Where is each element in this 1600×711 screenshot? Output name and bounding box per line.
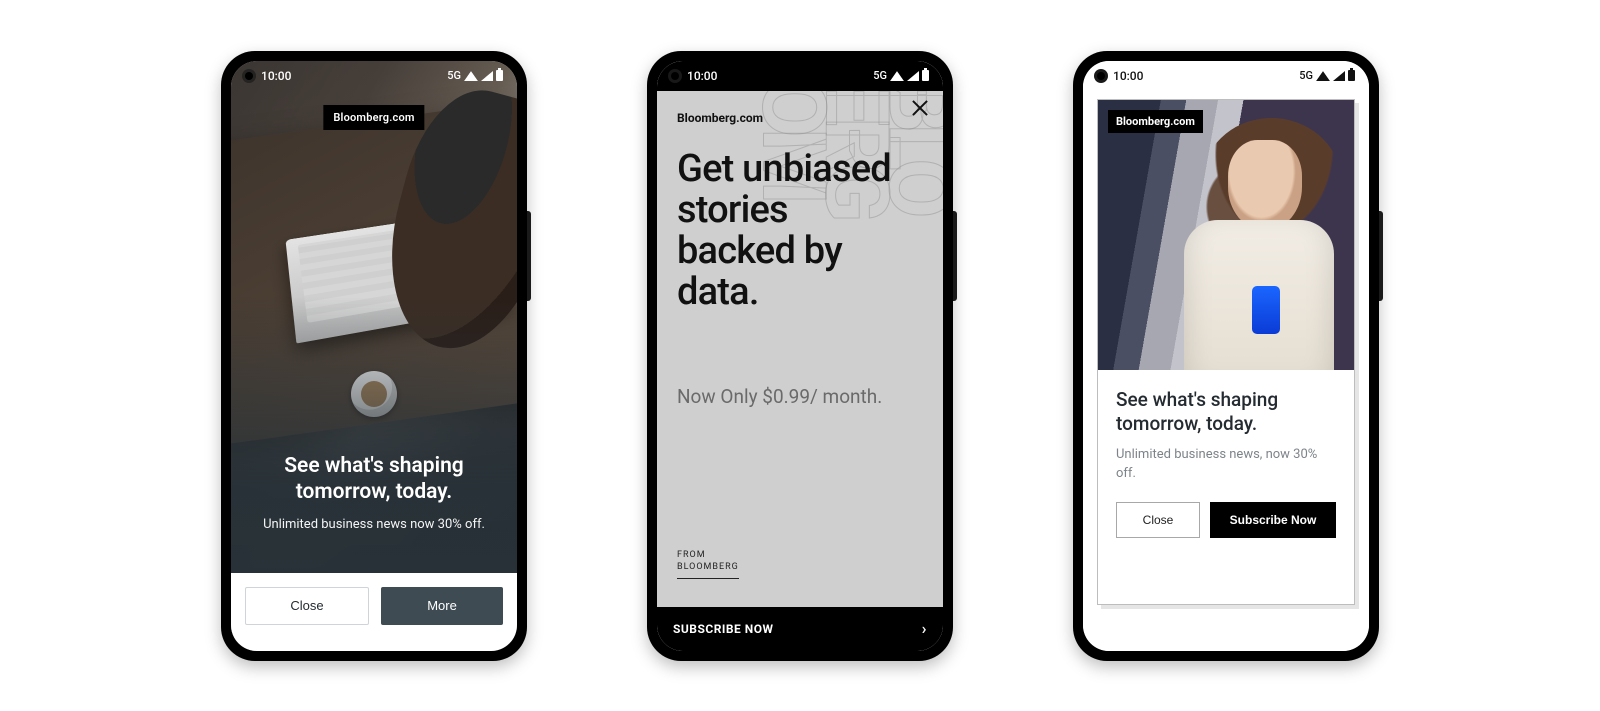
phone1-copy: See what's shaping tomorrow, today. Unli… [231, 453, 517, 535]
wifi-icon [1316, 70, 1330, 81]
phone-mockup-1: 10:00 5G Bloomberg.com See what's shapin… [221, 51, 527, 661]
phone3-hero-image: Bloomberg.com [1098, 100, 1354, 370]
subscribe-now-button[interactable]: Subscribe Now [1210, 502, 1336, 538]
front-camera-icon [671, 72, 679, 80]
phone2-from-line: FROM BLOOMBERG [677, 549, 739, 578]
wifi-icon [890, 70, 904, 81]
phone3-button-row: Close Subscribe Now [1116, 502, 1336, 538]
status-bar: 10:00 5G [657, 61, 943, 91]
battery-icon [1348, 70, 1355, 81]
brand-badge: Bloomberg.com [1108, 110, 1203, 133]
brand-label: Bloomberg.com [677, 111, 763, 125]
phone3-subhead: Unlimited business news, now 30% off. [1116, 446, 1336, 484]
status-time: 10:00 [1113, 69, 1143, 83]
status-bar: 10:00 5G [1083, 61, 1369, 91]
phone2-headline: Get unbiased stories backed by data. [677, 149, 903, 313]
phone1-headline: See what's shaping tomorrow, today. [255, 453, 493, 506]
subscribe-now-bar[interactable]: SUBSCRIBE NOW › [657, 607, 943, 651]
status-time: 10:00 [687, 69, 717, 83]
phone2-from-1: FROM [677, 549, 739, 561]
phone3-screen: 10:00 5G Bloomberg.com [1083, 61, 1369, 651]
signal-icon [481, 71, 493, 81]
signal-icon [907, 71, 919, 81]
status-network-label: 5G [447, 69, 461, 82]
phone1-overlay-gradient [231, 61, 517, 651]
phone2-price: Now Only $0.99/ month. [677, 385, 882, 410]
front-camera-icon [1097, 72, 1105, 80]
phone1-subhead: Unlimited business news now 30% off. [255, 515, 493, 535]
phone1-button-bar: Close More [231, 573, 517, 651]
front-camera-icon [245, 72, 253, 80]
phone-mockup-2: BLOERGOM 10:00 5G Bloomberg.com Get unbi… [647, 51, 953, 661]
battery-icon [496, 70, 503, 81]
phone-mockup-3: 10:00 5G Bloomberg.com [1073, 51, 1379, 661]
status-time: 10:00 [261, 69, 291, 83]
wifi-icon [464, 70, 478, 81]
battery-icon [922, 70, 929, 81]
more-button[interactable]: More [381, 587, 503, 625]
subscribe-now-label: SUBSCRIBE NOW [673, 622, 774, 636]
signal-icon [1333, 71, 1345, 81]
phone3-body: See what's shaping tomorrow, today. Unli… [1098, 370, 1354, 604]
status-bar: 10:00 5G [231, 61, 517, 91]
phone3-card: Bloomberg.com See what's shaping tomorro… [1097, 99, 1355, 605]
close-button[interactable]: Close [245, 587, 369, 625]
chevron-right-icon: › [922, 619, 927, 638]
status-network-label: 5G [873, 69, 887, 82]
phone3-headline: See what's shaping tomorrow, today. [1116, 388, 1336, 437]
phone3-root: 10:00 5G Bloomberg.com [1083, 61, 1369, 651]
status-network-label: 5G [1299, 69, 1313, 82]
phone2-screen: BLOERGOM 10:00 5G Bloomberg.com Get unbi… [657, 61, 943, 651]
phone1-screen: 10:00 5G Bloomberg.com See what's shapin… [231, 61, 517, 651]
close-button[interactable]: Close [1116, 502, 1200, 538]
brand-badge: Bloomberg.com [323, 105, 424, 130]
close-icon[interactable] [911, 99, 929, 117]
phone2-from-2: BLOOMBERG [677, 561, 739, 573]
